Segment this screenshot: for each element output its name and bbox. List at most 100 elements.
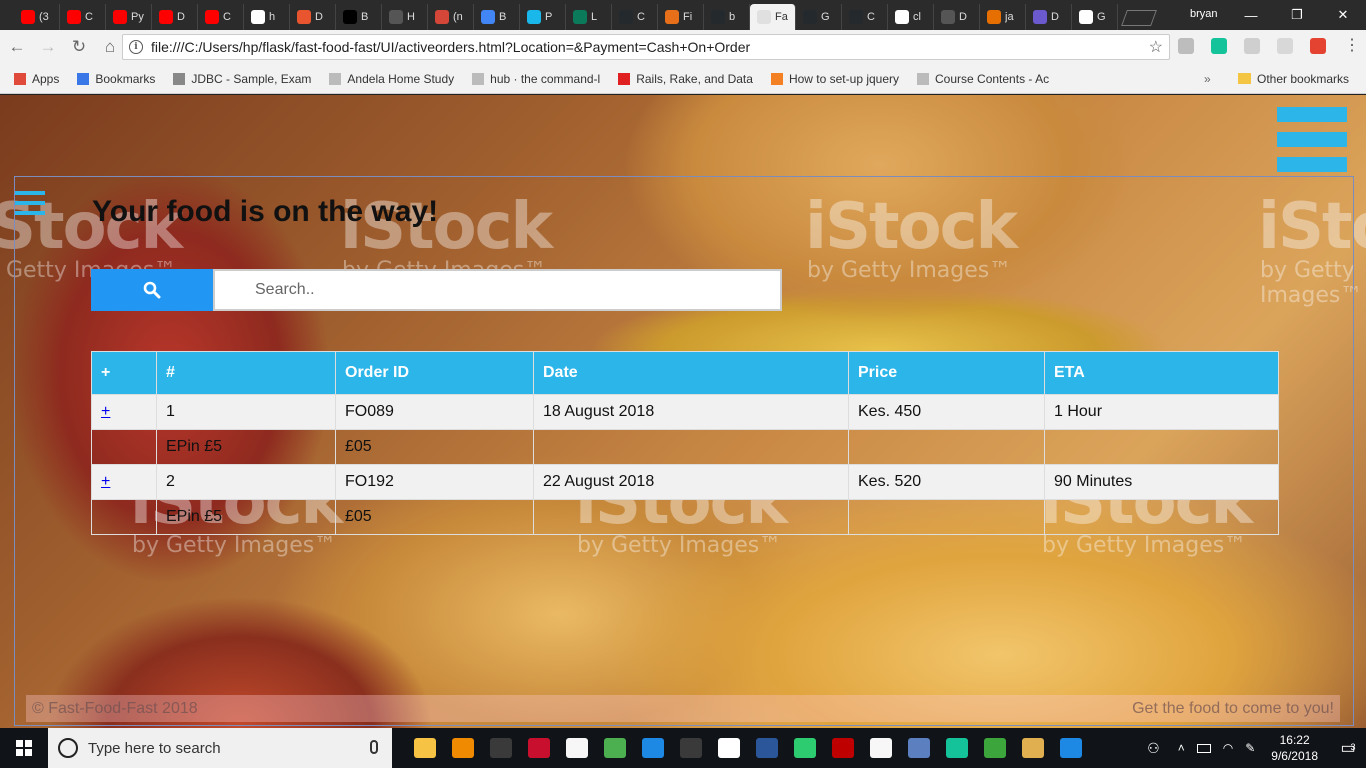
terminal-icon[interactable]: [482, 728, 520, 768]
bookmark-item[interactable]: JDBC - Sample, Exam: [173, 72, 311, 86]
loader-icon[interactable]: [786, 728, 824, 768]
paint-icon[interactable]: [1014, 728, 1052, 768]
search-input[interactable]: [213, 269, 782, 311]
bookmark-item[interactable]: Apps: [14, 72, 59, 86]
back-icon[interactable]: ←: [3, 33, 31, 61]
filezilla-icon[interactable]: [824, 728, 862, 768]
bookmark-item[interactable]: How to set-up jquery: [770, 72, 899, 86]
browser-tab[interactable]: B: [336, 4, 382, 30]
tray-chevron-icon[interactable]: ˄: [1178, 741, 1185, 755]
monitor-icon[interactable]: [900, 728, 938, 768]
order-detail-row: EPin £5 £05: [91, 499, 1279, 535]
side-menu-icon[interactable]: [15, 191, 45, 217]
table-row: + 2 FO192 22 August 2018 Kes. 520 90 Min…: [91, 464, 1279, 500]
apps-grid-icon: [14, 72, 26, 85]
grammarly-icon[interactable]: [938, 728, 976, 768]
profile-name[interactable]: bryan: [1190, 8, 1218, 20]
address-bar[interactable]: i file:///C:/Users/hp/flask/fast-food-fa…: [122, 34, 1170, 60]
browser-tab[interactable]: G: [796, 4, 842, 30]
word-icon[interactable]: [748, 728, 786, 768]
close-button[interactable]: ✕: [1320, 0, 1366, 30]
vscode-icon[interactable]: [634, 728, 672, 768]
pen-icon[interactable]: ✎: [1245, 741, 1255, 755]
home-icon[interactable]: ⌂: [96, 33, 124, 61]
info-icon[interactable]: i: [129, 40, 143, 54]
doc-ext-icon[interactable]: [1244, 38, 1260, 54]
detail-amount: £05: [335, 429, 534, 465]
grammarly-icon[interactable]: [1211, 38, 1227, 54]
people-icon[interactable]: ⚇: [1147, 740, 1160, 757]
browser-tab[interactable]: H: [382, 4, 428, 30]
tab-favicon-icon: [343, 10, 357, 24]
browser-tab[interactable]: b: [704, 4, 750, 30]
other-bookmarks[interactable]: Other bookmarks: [1238, 72, 1349, 86]
browser-tab[interactable]: D: [934, 4, 980, 30]
bookmark-item[interactable]: Course Contents - Ac: [917, 72, 1049, 86]
browser-tab[interactable]: (n: [428, 4, 474, 30]
file-explorer-icon[interactable]: [406, 728, 444, 768]
terminal-icon[interactable]: [672, 728, 710, 768]
slack-icon[interactable]: [710, 728, 748, 768]
forward-icon[interactable]: →: [34, 33, 62, 61]
sticky-notes-icon[interactable]: [558, 728, 596, 768]
bookmark-star-icon[interactable]: ☆: [1149, 37, 1163, 57]
screenshot-ext-icon[interactable]: [1178, 38, 1194, 54]
browser-tab[interactable]: G: [1072, 4, 1118, 30]
bookmark-item[interactable]: Rails, Rake, and Data: [618, 72, 753, 86]
expand-order-link[interactable]: +: [101, 473, 110, 490]
browser-tab[interactable]: C: [612, 4, 658, 30]
new-tab-button[interactable]: [1121, 10, 1157, 26]
browser-tab[interactable]: (3: [14, 4, 60, 30]
header-price: Price: [848, 351, 1045, 395]
browser-tab[interactable]: D: [152, 4, 198, 30]
browser-tab[interactable]: L: [566, 4, 612, 30]
minimize-button[interactable]: —: [1228, 0, 1274, 30]
chrome-icon[interactable]: [596, 728, 634, 768]
vlc-icon[interactable]: [444, 728, 482, 768]
top-menu-icon[interactable]: [1277, 107, 1347, 172]
tab-label: G: [821, 11, 830, 23]
help-icon[interactable]: [1052, 728, 1090, 768]
restore-button[interactable]: ❐: [1274, 0, 1320, 30]
browser-tab[interactable]: C: [198, 4, 244, 30]
order-eta: 90 Minutes: [1044, 464, 1279, 500]
search-button[interactable]: [91, 269, 213, 311]
browser-tab[interactable]: D: [290, 4, 336, 30]
reload-icon[interactable]: ↻: [65, 33, 93, 61]
tab-favicon-icon: [113, 10, 127, 24]
bookmark-item[interactable]: hub · the command-l: [472, 72, 600, 86]
browser-tab[interactable]: Py: [106, 4, 152, 30]
feather-ext-icon[interactable]: [1277, 38, 1293, 54]
start-button[interactable]: [0, 728, 48, 768]
clock[interactable]: 16:22 9/6/2018: [1271, 732, 1318, 764]
app-red-icon[interactable]: [520, 728, 558, 768]
microphone-icon[interactable]: [370, 740, 378, 754]
browser-tab[interactable]: B: [474, 4, 520, 30]
browser-tab[interactable]: C: [60, 4, 106, 30]
emoji-icon[interactable]: [862, 728, 900, 768]
battery-icon[interactable]: [1196, 743, 1211, 753]
tab-label: C: [85, 11, 93, 23]
detail-amount: £05: [335, 499, 534, 535]
bookmark-item[interactable]: Bookmarks: [77, 72, 155, 86]
browser-tab[interactable]: ja: [980, 4, 1026, 30]
bookmark-item[interactable]: Andela Home Study: [329, 72, 454, 86]
browser-tab[interactable]: P: [520, 4, 566, 30]
wifi-icon[interactable]: ◠: [1223, 741, 1233, 755]
browser-tab[interactable]: D: [1026, 4, 1072, 30]
bookmark-label: Bookmarks: [95, 71, 156, 86]
browser-tab[interactable]: h: [244, 4, 290, 30]
expand-order-link[interactable]: +: [101, 403, 110, 420]
taskbar-search[interactable]: Type here to search: [48, 728, 392, 768]
tools-icon[interactable]: [976, 728, 1014, 768]
more-bookmarks-icon[interactable]: »: [1204, 72, 1211, 86]
browser-tab[interactable]: C: [842, 4, 888, 30]
browser-tab-active[interactable]: Fa: [750, 4, 796, 30]
notifications-icon[interactable]: ▭ 3: [1330, 728, 1366, 768]
browser-tab[interactable]: Fi: [658, 4, 704, 30]
browser-tab[interactable]: cl: [888, 4, 934, 30]
url-text[interactable]: file:///C:/Users/hp/flask/fast-food-fast…: [151, 39, 1149, 55]
browser-menu-icon[interactable]: ⋮: [1344, 38, 1360, 54]
star-icon: [618, 72, 631, 85]
todoist-icon[interactable]: [1310, 38, 1326, 54]
